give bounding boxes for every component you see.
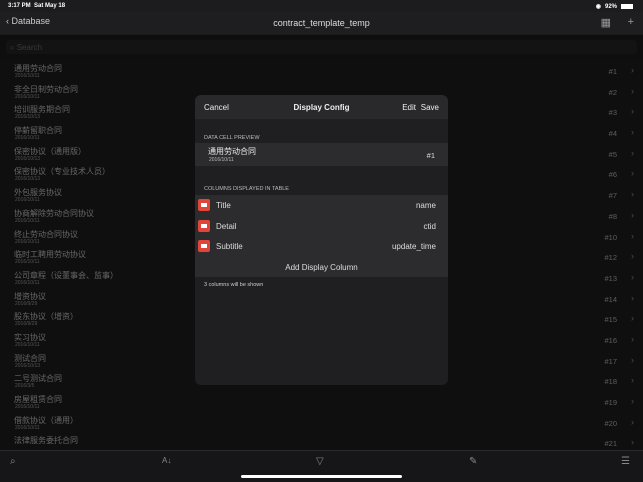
column-row[interactable]: Title name: [195, 195, 448, 216]
bottom-toolbar: ⌕ A↓ ▽ ✎ ☰: [0, 450, 643, 482]
page-title: contract_template_temp: [273, 18, 370, 28]
sort-az-icon[interactable]: A↓: [162, 456, 171, 465]
home-indicator: [241, 475, 402, 478]
column-row[interactable]: Detail ctid: [195, 216, 448, 237]
columns-list: Title name Detail ctid Subtitle update_time A…: [195, 195, 448, 277]
save-button[interactable]: Save: [421, 103, 439, 112]
add-icon[interactable]: +: [628, 16, 634, 28]
text-column-icon: [198, 199, 210, 211]
column-field: ctid: [423, 221, 436, 231]
column-field: update_time: [391, 242, 436, 251]
columns-section-label: COLUMNS DISPLAYED IN TABLE: [204, 186, 289, 192]
battery-icon: [621, 4, 633, 9]
preview-detail: #1: [426, 151, 435, 160]
edit-button[interactable]: Edit: [402, 103, 416, 112]
pin-icon[interactable]: ✎: [469, 456, 477, 467]
column-label: Detail: [216, 221, 237, 231]
wifi-icon: ◉: [595, 4, 601, 10]
text-column-icon: [198, 240, 210, 252]
list-icon[interactable]: ☰: [621, 456, 630, 467]
nav-bar: ‹ Database contract_template_temp ▦ +: [0, 12, 643, 34]
zoom-search-icon[interactable]: ⌕: [10, 456, 16, 467]
display-config-dialog: Cancel Display Config Edit Save DATA CEL…: [195, 95, 448, 385]
column-label: Subtitle: [216, 242, 243, 251]
preview-cell: 通用劳动合同 2016/10/11 #1: [195, 143, 448, 166]
status-time: 3:17 PM Sat May 18: [8, 3, 65, 9]
text-column-icon: [198, 219, 210, 232]
status-bar: 3:17 PM Sat May 18 ◉ 92%: [0, 0, 643, 12]
grid-view-icon[interactable]: ▦: [601, 16, 611, 29]
column-label: Title: [216, 201, 231, 210]
filter-icon[interactable]: ▽: [316, 456, 324, 467]
preview-title: 通用劳动合同: [208, 147, 256, 156]
time: 3:17 PM: [8, 3, 31, 9]
preview-subtitle: 2016/10/11: [209, 157, 234, 163]
preview-section-label: DATA CELL PREVIEW: [204, 135, 260, 141]
add-display-column-button[interactable]: Add Display Column: [195, 257, 448, 277]
column-field: name: [415, 201, 436, 210]
columns-count-note: 3 columns will be shown: [204, 282, 264, 288]
date: Sat May 18: [34, 3, 66, 9]
column-row[interactable]: Subtitle update_time: [195, 236, 448, 257]
battery-percent: 92%: [604, 3, 617, 10]
